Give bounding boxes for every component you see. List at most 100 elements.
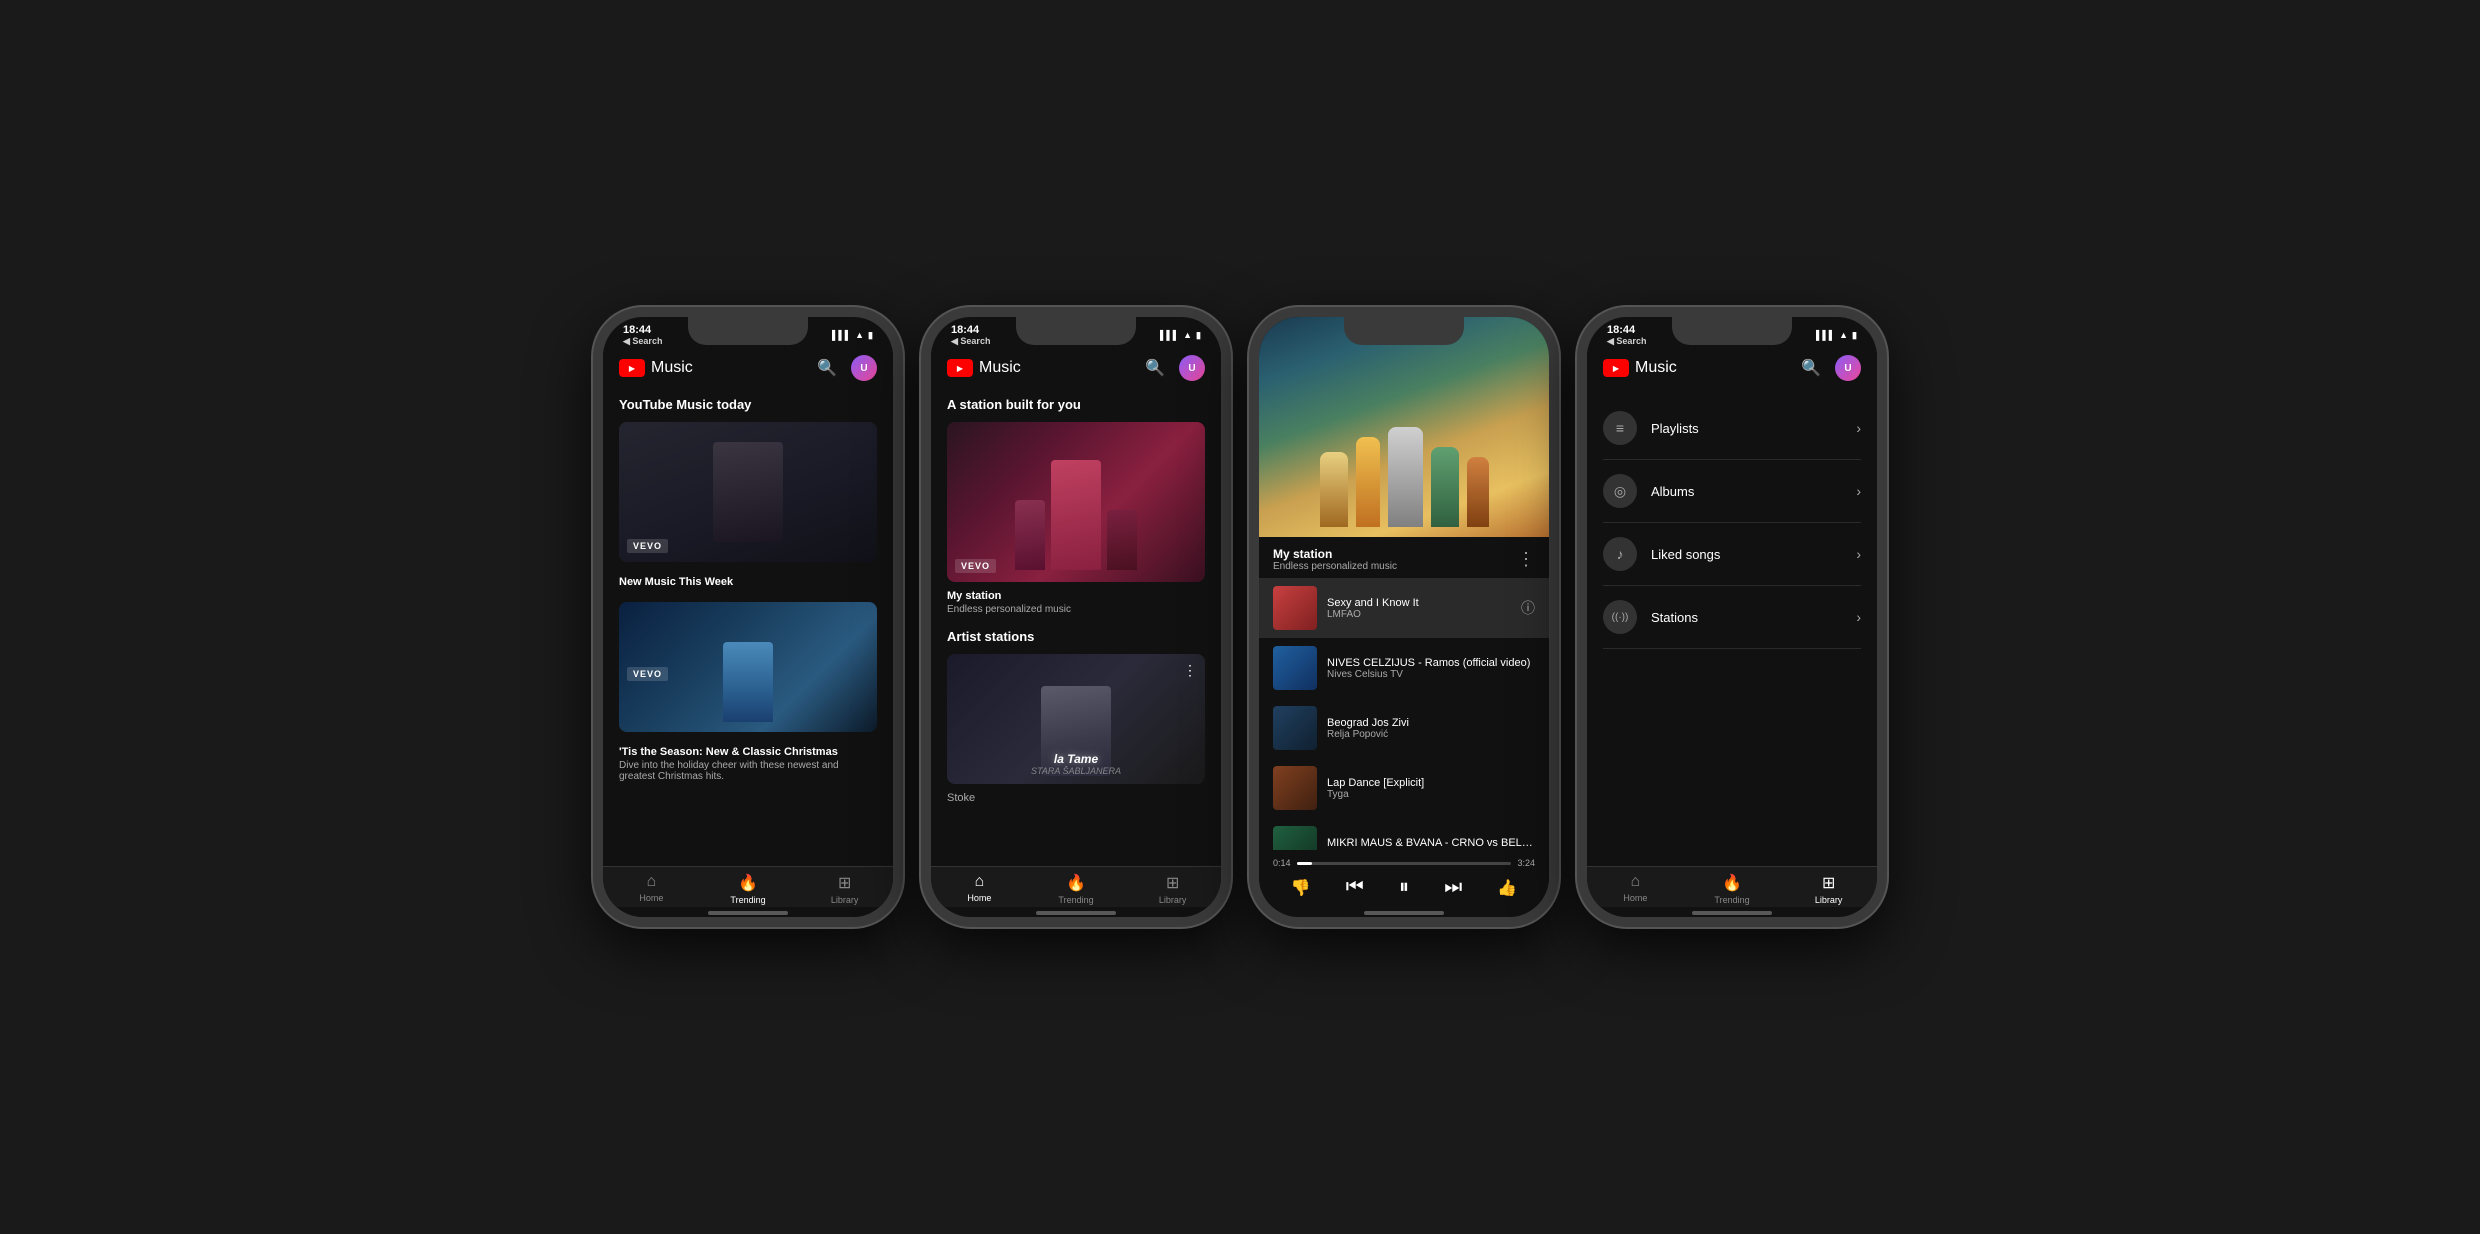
battery-icon-4: ▮ <box>1852 330 1857 341</box>
stations-icon: ((·)) <box>1603 600 1637 634</box>
nav-library-1[interactable]: ⊞ Library <box>796 873 893 905</box>
nav-library-4[interactable]: ⊞ Library <box>1780 873 1877 905</box>
phone-3: My station Endless personalized music ⋮ … <box>1249 307 1559 927</box>
song-thumb-0 <box>1273 586 1317 630</box>
battery-icon-1: ▮ <box>868 330 873 341</box>
home-icon-2: ⌂ <box>975 873 985 891</box>
phone-1: 18:44 ◀ Search ▌▌▌ ▲ ▮ Music 🔍 U YouTube <box>593 307 903 927</box>
library-icon-1: ⊞ <box>838 873 851 893</box>
song-artist-3: Tyga <box>1327 789 1535 800</box>
pause-btn[interactable]: ⏸ <box>1399 876 1409 899</box>
video-card-1[interactable]: VEVO <box>619 422 877 562</box>
header-icons-4: 🔍 U <box>1801 355 1861 381</box>
trending-icon-2: 🔥 <box>1066 873 1086 893</box>
my-station-desc: Endless personalized music <box>947 604 1205 615</box>
status-icons-2: ▌▌▌ ▲ ▮ <box>1160 330 1201 341</box>
player-header-img <box>1259 317 1549 537</box>
song-title-4: MIKRI MAUS & BVANA - CRNO vs BELO (offic… <box>1327 837 1535 849</box>
search-icon-1[interactable]: 🔍 <box>817 358 837 378</box>
nav-trending-label-2: Trending <box>1058 895 1093 905</box>
header-icons-1: 🔍 U <box>817 355 877 381</box>
thumbsup-btn[interactable]: 👍 <box>1497 878 1517 898</box>
playlists-label: Playlists <box>1651 421 1856 436</box>
search-icon-2[interactable]: 🔍 <box>1145 358 1165 378</box>
np-station: My station <box>1273 547 1397 561</box>
nav-home-label-4: Home <box>1623 893 1647 903</box>
library-item-albums[interactable]: ◎ Albums › <box>1603 460 1861 523</box>
nav-library-label-4: Library <box>1815 895 1843 905</box>
signal-icon-4: ▌▌▌ <box>1816 330 1835 340</box>
song-artist-2: Relja Popović <box>1327 729 1535 740</box>
library-item-liked-songs[interactable]: ♪ Liked songs › <box>1603 523 1861 586</box>
back-search-4[interactable]: ◀ Search <box>1607 336 1646 347</box>
song-item-3[interactable]: Lap Dance [Explicit] Tyga <box>1259 758 1549 818</box>
nav-home-label-1: Home <box>639 893 663 903</box>
section-title-1: YouTube Music today <box>619 397 877 412</box>
back-search-2[interactable]: ◀ Search <box>951 336 990 347</box>
info-icon-0[interactable]: ⓘ <box>1521 598 1535 618</box>
nav-home-2[interactable]: ⌂ Home <box>931 873 1028 905</box>
prev-btn[interactable]: ⏮ <box>1346 876 1364 899</box>
albums-label: Albums <box>1651 484 1856 499</box>
app-title-4: Music <box>1635 359 1801 377</box>
song-title-2: Beograd Jos Zivi <box>1327 717 1535 729</box>
progress-bar[interactable] <box>1297 862 1512 865</box>
library-list: ≡ Playlists › ◎ Albums › ♪ Liked songs ›… <box>1587 387 1877 659</box>
nav-trending-label-4: Trending <box>1714 895 1749 905</box>
wifi-icon-2: ▲ <box>1183 330 1192 340</box>
nav-library-2[interactable]: ⊞ Library <box>1124 873 1221 905</box>
thumbsdown-btn[interactable]: 👎 <box>1291 878 1311 898</box>
avatar-4[interactable]: U <box>1835 355 1861 381</box>
song-title-0: Sexy and I Know It <box>1327 597 1511 609</box>
song-item-0[interactable]: Sexy and I Know It LMFAO ⓘ <box>1259 578 1549 638</box>
library-item-playlists[interactable]: ≡ Playlists › <box>1603 397 1861 460</box>
playlists-icon: ≡ <box>1603 411 1637 445</box>
artist-stations-title: Artist stations <box>947 629 1205 644</box>
header-icons-2: 🔍 U <box>1145 355 1205 381</box>
artist-station-thumb[interactable]: ⋮ la Tame STARA ŠABLJANERA <box>947 654 1205 784</box>
three-dots-icon[interactable]: ⋮ <box>1183 662 1197 679</box>
library-icon-4: ⊞ <box>1822 873 1835 893</box>
station-thumb[interactable]: VEVO <box>947 422 1205 582</box>
song-item-1[interactable]: NIVES CELZIJUS - Ramos (official video) … <box>1259 638 1549 698</box>
nav-home-label-2: Home <box>967 893 991 903</box>
trending-icon-1: 🔥 <box>738 873 758 893</box>
home-indicator-4 <box>1692 911 1772 915</box>
song-thumb-2 <box>1273 706 1317 750</box>
albums-icon: ◎ <box>1603 474 1637 508</box>
wifi-icon-1: ▲ <box>855 330 864 340</box>
song-item-2[interactable]: Beograd Jos Zivi Relja Popović <box>1259 698 1549 758</box>
song-thumb-1 <box>1273 646 1317 690</box>
library-item-stations[interactable]: ((·)) Stations › <box>1603 586 1861 649</box>
signal-icon-1: ▌▌▌ <box>832 330 851 340</box>
status-time-2: 18:44 <box>951 324 990 336</box>
video-card-2[interactable]: VEVO <box>619 602 877 732</box>
search-icon-4[interactable]: 🔍 <box>1801 358 1821 378</box>
next-btn[interactable]: ⏭ <box>1444 876 1462 899</box>
song-info-2: Beograd Jos Zivi Relja Popović <box>1327 717 1535 740</box>
player-controls: 0:14 3:24 👎 ⏮ ⏸ ⏭ 👍 <box>1259 850 1549 907</box>
nav-trending-label-1: Trending <box>730 895 765 905</box>
liked-songs-label: Liked songs <box>1651 547 1856 562</box>
more-options-icon[interactable]: ⋮ <box>1517 549 1535 570</box>
nav-trending-1[interactable]: 🔥 Trending <box>700 873 797 905</box>
song-thumb-4 <box>1273 826 1317 850</box>
nav-trending-2[interactable]: 🔥 Trending <box>1028 873 1125 905</box>
nav-home-1[interactable]: ⌂ Home <box>603 873 700 905</box>
avatar-1[interactable]: U <box>851 355 877 381</box>
stations-chevron-icon: › <box>1856 609 1861 625</box>
back-search-1[interactable]: ◀ Search <box>623 336 662 347</box>
playlists-chevron-icon: › <box>1856 420 1861 436</box>
avatar-2[interactable]: U <box>1179 355 1205 381</box>
home-icon-1: ⌂ <box>647 873 657 891</box>
np-desc: Endless personalized music <box>1273 561 1397 572</box>
song-artist-1: Nives Celsius TV <box>1327 669 1535 680</box>
trending-icon-4: 🔥 <box>1722 873 1742 893</box>
app-title-2: Music <box>979 359 1145 377</box>
phone-4: 18:44 ◀ Search ▌▌▌ ▲ ▮ Music 🔍 U <box>1577 307 1887 927</box>
nav-home-4[interactable]: ⌂ Home <box>1587 873 1684 905</box>
bottom-nav-2: ⌂ Home 🔥 Trending ⊞ Library <box>931 866 1221 907</box>
nav-trending-4[interactable]: 🔥 Trending <box>1684 873 1781 905</box>
controls-row: 👎 ⏮ ⏸ ⏭ 👍 <box>1273 876 1535 899</box>
song-item-4[interactable]: MIKRI MAUS & BVANA - CRNO vs BELO (offic… <box>1259 818 1549 850</box>
